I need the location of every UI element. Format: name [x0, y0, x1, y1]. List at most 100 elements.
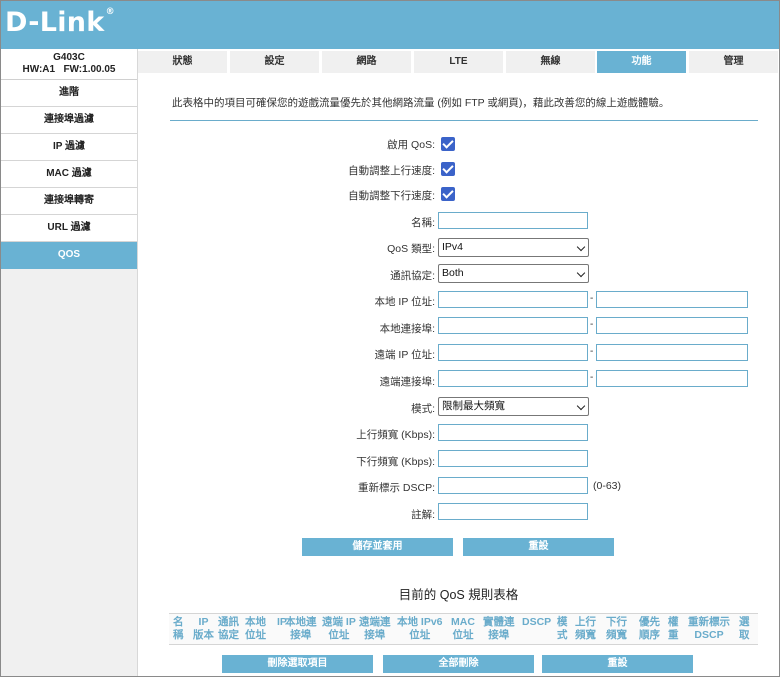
column-header-line: 重: [668, 629, 679, 641]
delete-all-button[interactable]: 全部刪除: [383, 655, 534, 673]
remote-ip-label: 遠端 IP 位址:: [374, 349, 435, 361]
sidebar-item-advanced[interactable]: 進階: [1, 80, 137, 107]
column-header-line: 選: [739, 616, 750, 628]
page-description: 此表格中的項目可確保您的遊戲流量優先於其他網路流量 (例如 FTP 或網頁)，藉…: [172, 97, 670, 109]
download-bandwidth-input[interactable]: [438, 450, 588, 467]
sidebar-item-mac-filter[interactable]: MAC 過濾: [1, 161, 137, 188]
qos-type-select[interactable]: IPv4: [438, 238, 589, 257]
tab-wireless[interactable]: 無線: [506, 51, 595, 73]
qos-content: 此表格中的項目可確保您的遊戲流量優先於其他網路流量 (例如 FTP 或網頁)，藉…: [138, 75, 779, 676]
rules-table-column-header: 遠端 IP 位址: [322, 616, 356, 642]
sidebar: G403C HW:A1 FW:1.00.05 進階 連接埠過濾 IP 過濾 MA…: [1, 49, 138, 676]
name-input[interactable]: [438, 212, 588, 229]
column-header-line: 接埠: [488, 629, 510, 641]
mode-select[interactable]: 限制最大頻寬: [438, 397, 589, 416]
column-header-line: MAC: [451, 616, 475, 628]
range-dash: -: [590, 319, 594, 330]
dscp-range-hint: (0-63): [593, 480, 622, 492]
chevron-down-icon: [576, 268, 586, 278]
sidebar-item-qos[interactable]: QOS: [1, 242, 137, 269]
remote-port-start-input[interactable]: [438, 370, 588, 387]
column-header-line: 位址: [328, 629, 350, 641]
rules-table-column-header: 本地連 接埠: [285, 616, 317, 642]
rules-table-column-header: MAC 位址: [451, 616, 475, 642]
dscp-input[interactable]: [438, 477, 588, 494]
table-reset-button[interactable]: 重設: [542, 655, 693, 673]
column-header-line: 名: [173, 616, 184, 628]
rules-table-column-header: DSCP: [522, 616, 551, 629]
comment-input[interactable]: [438, 503, 588, 520]
sidebar-item-url-filter[interactable]: URL 過濾: [1, 215, 137, 242]
column-header-line: 頻寬: [575, 629, 596, 641]
column-header-line: 接埠: [364, 629, 386, 641]
remote-ip-end-input[interactable]: [596, 344, 748, 361]
column-header-line: IP: [198, 616, 209, 628]
auto-download-checkbox[interactable]: [441, 187, 455, 201]
sidebar-item-port-filter[interactable]: 連接埠過濾: [1, 107, 137, 134]
column-header-line: 順序: [639, 629, 660, 641]
column-header-line: 本地 IPv6: [397, 616, 443, 628]
rules-table-column-header: 本地 位址: [245, 616, 266, 642]
column-header-line: 重新標示: [688, 616, 730, 628]
column-header-line: 本地: [245, 616, 266, 628]
column-header-line: 上行: [575, 616, 596, 628]
range-dash: -: [590, 293, 594, 304]
local-ip-start-input[interactable]: [438, 291, 588, 308]
sidebar-item-port-forwarding[interactable]: 連接埠轉寄: [1, 188, 137, 215]
column-header-line: 遠端 IP: [322, 616, 356, 628]
auto-upload-label: 自動調整上行速度:: [348, 165, 435, 177]
save-apply-button[interactable]: 儲存並套用: [302, 538, 453, 556]
mode-label: 模式:: [411, 403, 435, 415]
rules-table-column-header: 遠端連 接埠: [359, 616, 391, 642]
dscp-label: 重新標示 DSCP:: [357, 482, 435, 494]
column-header-line: 實體連: [483, 616, 515, 628]
protocol-select[interactable]: Both: [438, 264, 589, 283]
local-port-end-input[interactable]: [596, 317, 748, 334]
protocol-label: 通訊協定:: [390, 270, 435, 282]
tab-features[interactable]: 功能: [597, 51, 686, 73]
local-ip-end-input[interactable]: [596, 291, 748, 308]
remote-port-end-input[interactable]: [596, 370, 748, 387]
device-model: G403C: [53, 52, 85, 63]
rules-table-column-header: 優先 順序: [639, 616, 660, 642]
column-header-line: 模: [557, 616, 568, 628]
rules-table-title: 目前的 QoS 規則表格: [398, 588, 519, 602]
tab-status[interactable]: 狀態: [138, 51, 227, 73]
rules-table-column-header: 權重: [668, 616, 679, 642]
column-header-line: 下行: [606, 616, 627, 628]
remote-ip-start-input[interactable]: [438, 344, 588, 361]
upload-bandwidth-input[interactable]: [438, 424, 588, 441]
enable-qos-label: 啟用 QoS:: [387, 139, 435, 151]
rules-table-column-header: IP 版本: [193, 616, 214, 642]
tab-lte[interactable]: LTE: [414, 51, 503, 73]
column-header-line: DSCP: [522, 616, 552, 628]
auto-download-label: 自動調整下行速度:: [348, 190, 435, 202]
local-port-label: 本地連接埠:: [379, 323, 435, 335]
tab-network[interactable]: 網路: [322, 51, 411, 73]
local-port-start-input[interactable]: [438, 317, 588, 334]
upload-bandwidth-label: 上行頻寬 (Kbps):: [356, 429, 435, 441]
sidebar-item-ip-filter[interactable]: IP 過濾: [1, 134, 137, 161]
column-header-line: 位址: [452, 629, 474, 641]
rules-table-column-header: 本地 IPv6 位址: [397, 616, 443, 642]
delete-selected-button[interactable]: 刪除選取項目: [222, 655, 373, 673]
enable-qos-checkbox[interactable]: [441, 137, 455, 151]
column-header-line: 通訊: [218, 616, 239, 628]
column-header-line: 遠端連: [359, 616, 391, 628]
dlink-logo: D-Link®: [5, 7, 115, 38]
tab-management[interactable]: 管理: [689, 51, 778, 73]
auto-upload-checkbox[interactable]: [441, 162, 455, 176]
name-label: 名稱:: [411, 217, 435, 229]
range-dash: -: [590, 346, 594, 357]
chevron-down-icon: [576, 401, 586, 411]
rules-table-column-header: 重新標示 DSCP: [688, 616, 730, 642]
rules-table-column-header: 下行 頻寬: [606, 616, 627, 642]
qos-type-label: QoS 類型:: [387, 243, 435, 255]
column-header-line: 版本: [193, 629, 214, 641]
form-reset-button[interactable]: 重設: [463, 538, 614, 556]
chevron-down-icon: [576, 242, 586, 252]
column-header-line: 取: [739, 629, 750, 641]
tab-setup[interactable]: 設定: [230, 51, 319, 73]
column-header-line: 協定: [218, 629, 239, 641]
router-admin-window: D-Link® G403C HW:A1 FW:1.00.05 進階 連接埠過濾 …: [0, 0, 780, 677]
